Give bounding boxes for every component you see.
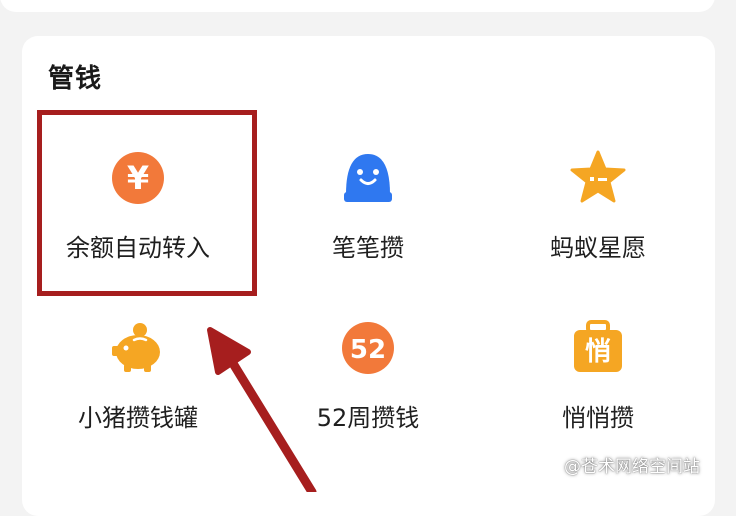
piggy-bank-icon: [110, 320, 166, 376]
tile-secret-save[interactable]: 悄 悄悄攒: [488, 320, 708, 470]
tile-label: 52周攒钱: [316, 404, 420, 432]
tile-piggy-bank[interactable]: 小猪攒钱罐: [28, 320, 248, 470]
watermark: @苍术网络空间站: [564, 457, 700, 477]
smiley-piggy-icon: [340, 150, 396, 206]
tile-label: 笔笔攒: [332, 234, 404, 262]
tile-label: 小猪攒钱罐: [78, 404, 198, 432]
briefcase-glyph: 悄: [585, 337, 611, 367]
tile-every-save[interactable]: 笔笔攒: [258, 150, 478, 300]
highlight-box: [37, 110, 257, 296]
week52-text: 52: [350, 335, 386, 365]
previous-card: [0, 0, 715, 12]
tile-52-week-save[interactable]: 52 52周攒钱: [258, 320, 478, 470]
week52-badge-icon: 52: [340, 320, 396, 376]
tile-label: 蚂蚁星愿: [550, 234, 646, 262]
tile-label: 悄悄攒: [562, 404, 634, 432]
tile-ant-star-wish[interactable]: 蚂蚁星愿: [488, 150, 708, 300]
section-title: 管钱: [48, 64, 103, 94]
star-icon: [570, 150, 626, 206]
briefcase-icon: 悄: [570, 320, 626, 376]
